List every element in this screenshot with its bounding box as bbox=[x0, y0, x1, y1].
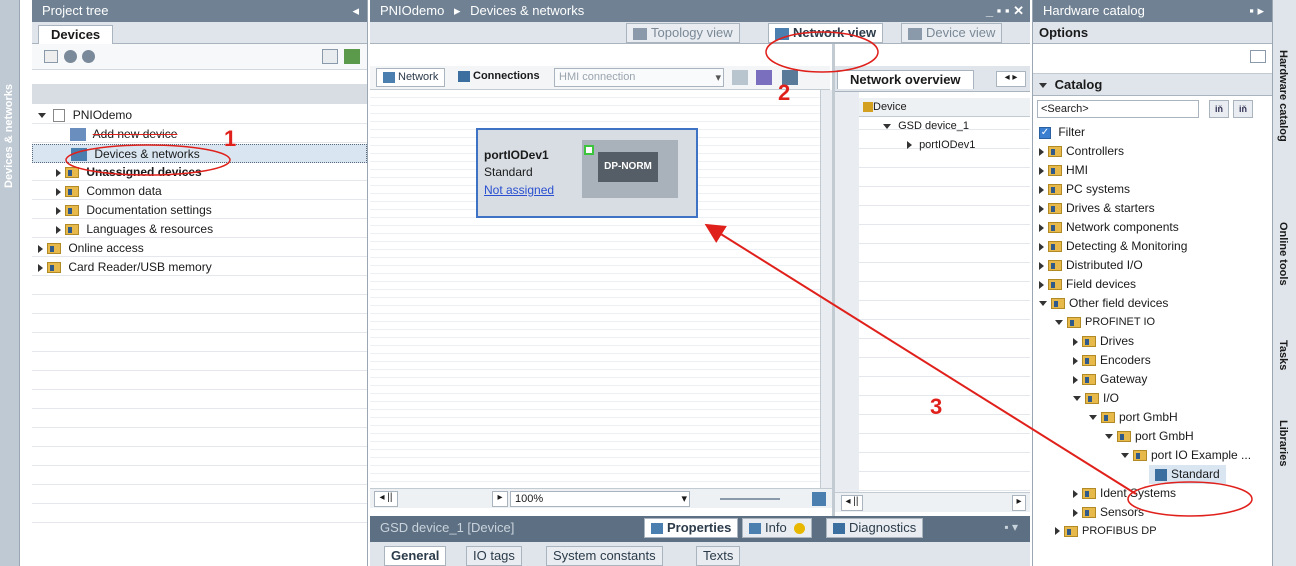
annotation-number-1: 1 bbox=[224, 126, 236, 151]
annotation-overlay: 1 2 3 bbox=[65, 31, 1253, 517]
annotation-number-3: 3 bbox=[930, 394, 942, 419]
annotation-number-2: 2 bbox=[778, 80, 790, 105]
annotation-circle-2 bbox=[765, 31, 879, 73]
annotation-circle-3 bbox=[1127, 481, 1253, 517]
annotation-circle-1 bbox=[65, 144, 231, 176]
annotation-arrow bbox=[704, 223, 1137, 495]
